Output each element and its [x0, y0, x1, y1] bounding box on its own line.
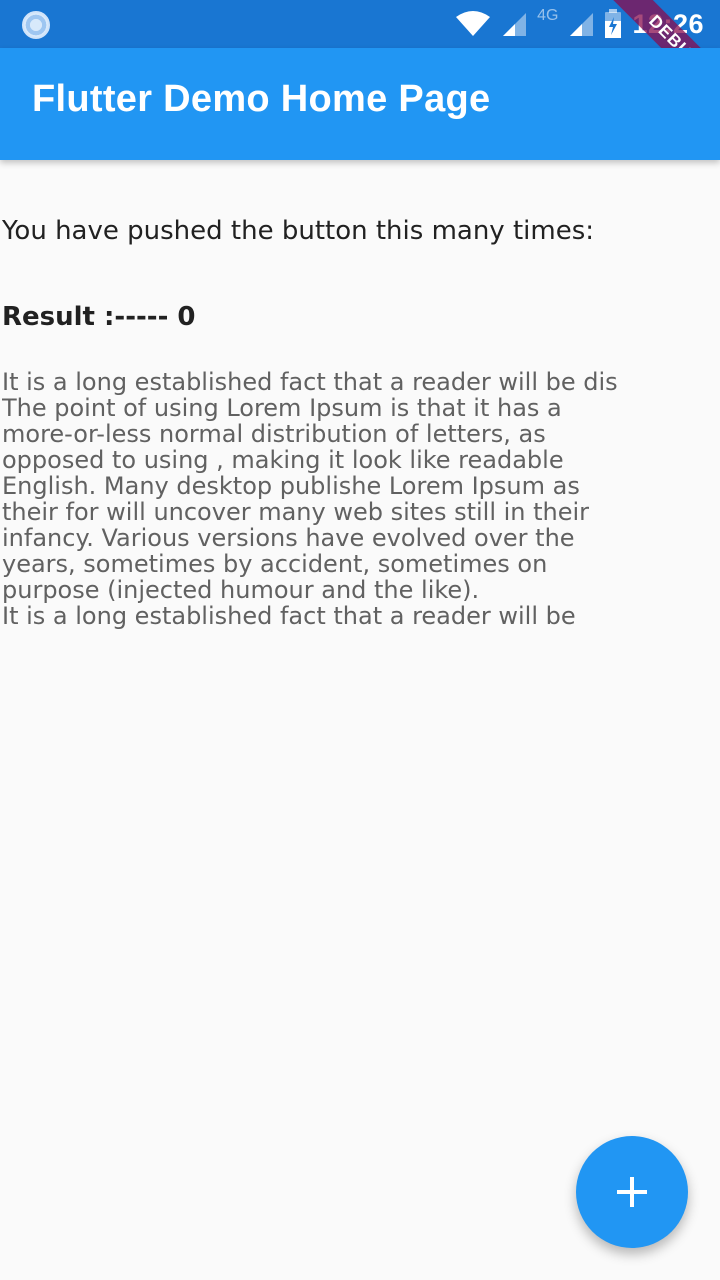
- lorem-paragraph: It is a long established fact that a rea…: [2, 369, 718, 629]
- lorem-line: The point of using Lorem Ipsum is that i…: [2, 395, 562, 421]
- loading-spinner-icon: [22, 11, 50, 39]
- result-label: Result :----- 0: [2, 302, 196, 332]
- lorem-line: years, sometimes by accident, sometimes …: [2, 551, 548, 577]
- lorem-line: their for will uncover many web sites st…: [2, 499, 590, 525]
- lorem-line: opposed to using , making it look like r…: [2, 447, 564, 473]
- lorem-line: It is a long established fact that a rea…: [2, 603, 576, 629]
- page-title: Flutter Demo Home Page: [32, 78, 491, 120]
- status-icons: 4G 12:26: [455, 0, 704, 48]
- clock-time: 12:26: [632, 8, 704, 39]
- increment-fab-button[interactable]: [576, 1136, 688, 1248]
- lorem-line: English. Many desktop publishe Lorem Ips…: [2, 473, 580, 499]
- wifi-icon: [456, 11, 491, 36]
- battery-charging-icon: [605, 9, 622, 38]
- app-bar: Flutter Demo Home Page: [0, 48, 720, 160]
- counter-description: You have pushed the button this many tim…: [2, 216, 595, 246]
- signal-icon: [570, 13, 594, 36]
- add-icon: [617, 1177, 647, 1207]
- lorem-line: purpose (injected humour and the like).: [2, 577, 480, 603]
- lorem-line: It is a long established fact that a rea…: [2, 369, 618, 395]
- status-bar: 4G 12:26: [0, 0, 720, 48]
- network-type-label: 4G: [537, 7, 559, 24]
- lorem-line: infancy. Various versions have evolved o…: [2, 525, 575, 551]
- lorem-line: more-or-less normal distribution of lett…: [2, 421, 546, 447]
- signal-icon: [503, 13, 527, 36]
